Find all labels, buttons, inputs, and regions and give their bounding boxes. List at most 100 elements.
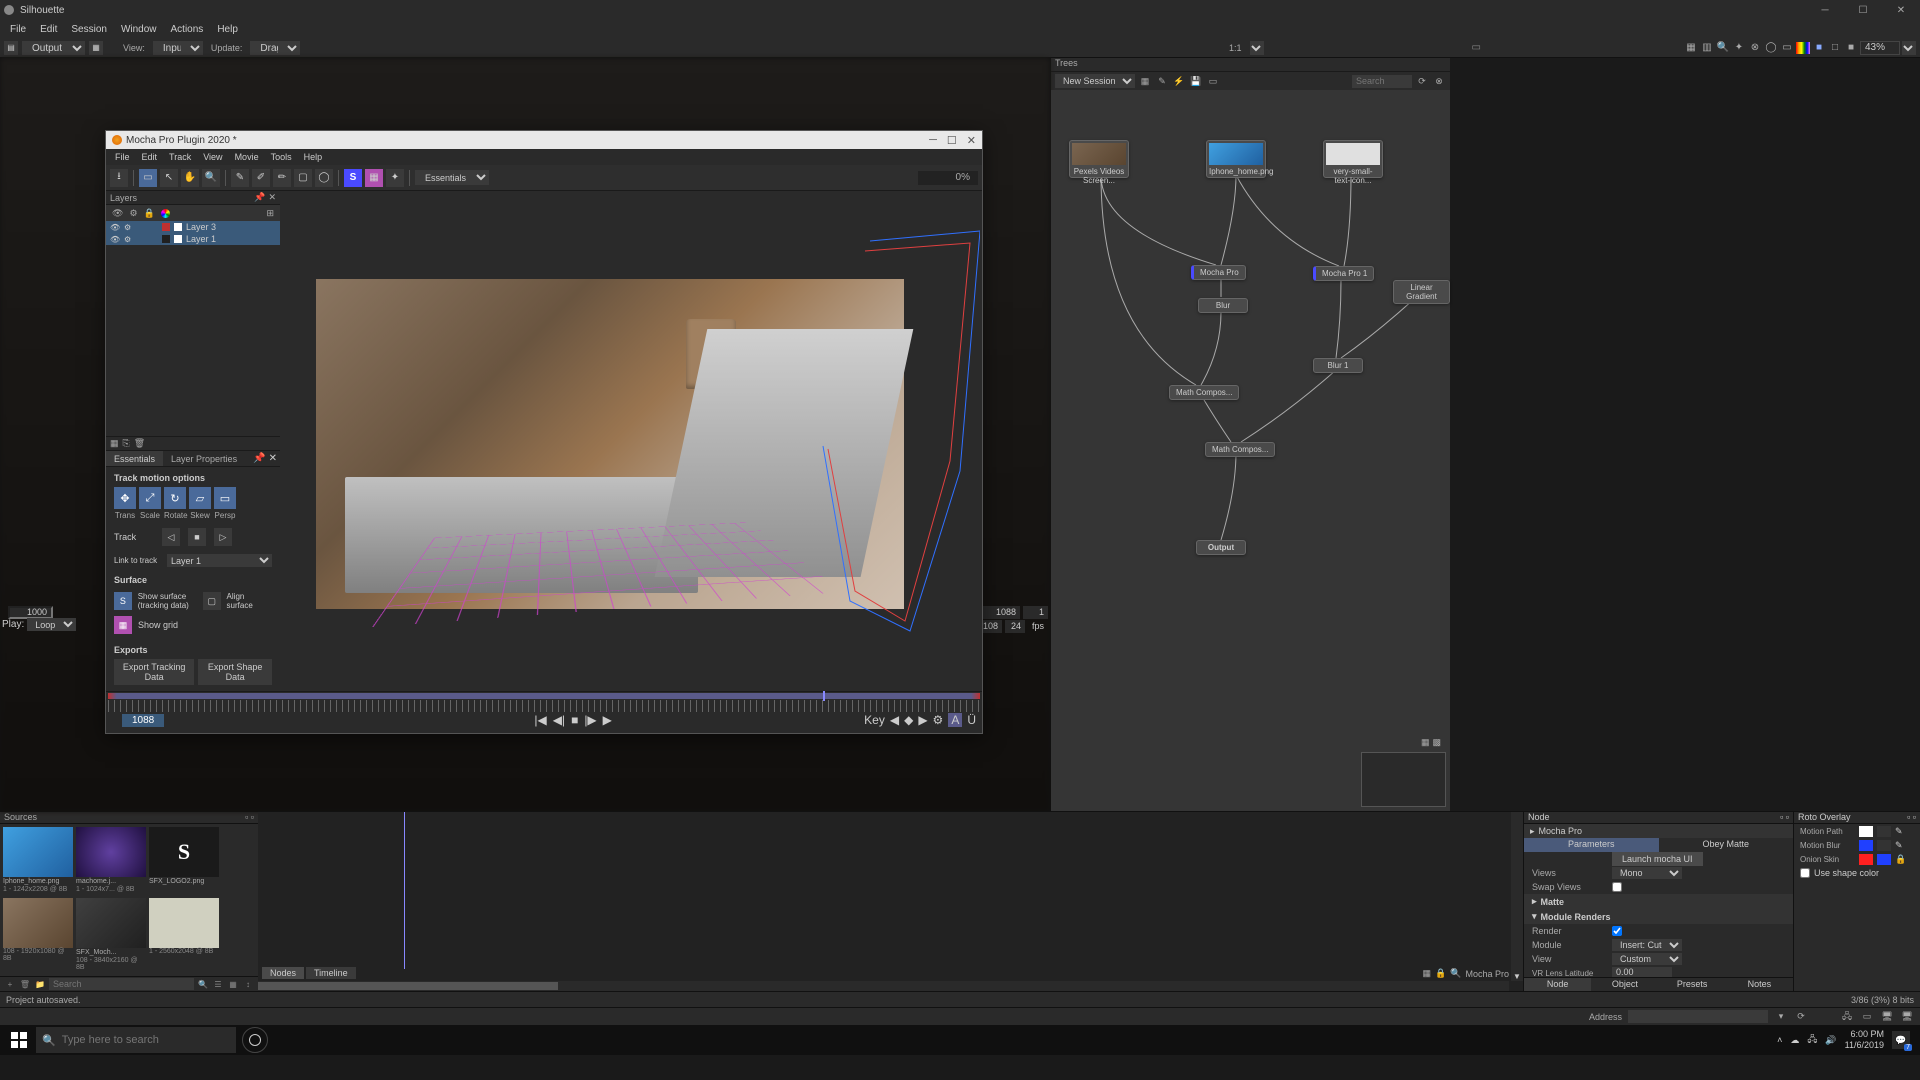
sources-add-icon[interactable]: + <box>4 978 16 990</box>
tray-network-icon[interactable]: 🖧 <box>1807 1032 1817 1048</box>
toolbar-icon[interactable]: ▤ <box>4 41 18 55</box>
start-button[interactable] <box>4 1027 34 1053</box>
layout1-icon[interactable]: ▦ <box>1684 41 1698 55</box>
layer-color-swatch[interactable] <box>162 223 170 231</box>
trees-search-input[interactable] <box>1352 75 1412 88</box>
notifications-button[interactable]: 💬 7 <box>1892 1031 1910 1049</box>
align-surface-button[interactable]: ▢ <box>203 592 221 610</box>
track-scale-button[interactable]: ⤢ <box>139 487 161 509</box>
ratio-label[interactable]: 1:1 <box>1225 43 1246 53</box>
node-mocha-pro-1[interactable]: Mocha Pro 1 <box>1313 266 1374 281</box>
mocha-timeline-track[interactable] <box>108 693 980 699</box>
motion-blur-color2[interactable] <box>1877 840 1891 851</box>
u-icon[interactable]: Ü <box>967 713 976 727</box>
node-source-iphone[interactable]: Iphone_home.png <box>1206 140 1266 178</box>
trees-edit-icon[interactable]: ✎ <box>1155 74 1169 88</box>
views-select[interactable]: Mono <box>1612 867 1682 879</box>
trees-new-icon[interactable]: ▦ <box>1138 74 1152 88</box>
trees-save-icon[interactable]: 💾 <box>1189 74 1203 88</box>
inspector-pin-icon[interactable]: ▫ <box>1780 812 1783 822</box>
track-stop-button[interactable]: ■ <box>188 528 206 546</box>
node-source-text[interactable]: very-small-text-icon... <box>1323 140 1383 178</box>
trees-clear-icon[interactable]: ⊗ <box>1432 74 1446 88</box>
trees-bolt-icon[interactable]: ⚡ <box>1172 74 1186 88</box>
footer-tab-object[interactable]: Object <box>1591 978 1658 991</box>
motion-path-color1[interactable] <box>1859 826 1873 837</box>
trees-canvas[interactable]: Pexels Videos Screen... Iphone_home.png … <box>1051 90 1450 811</box>
swap-checkbox[interactable] <box>1612 882 1622 892</box>
tl-add-icon[interactable]: ▦ <box>1423 968 1432 979</box>
address-input[interactable] <box>1628 1010 1768 1023</box>
launch-mocha-button[interactable]: Launch mocha UI <box>1612 852 1703 866</box>
key-next-icon[interactable]: ▶ <box>918 713 927 727</box>
render-checkbox[interactable] <box>1612 926 1622 936</box>
show-surface-button[interactable]: S <box>114 592 132 610</box>
motion-path-color2[interactable] <box>1877 826 1891 837</box>
address-go-icon[interactable]: ▾ <box>1774 1010 1788 1024</box>
mocha-first-button[interactable]: |◀ <box>534 713 546 727</box>
update-mode-select[interactable]: Drag <box>250 41 300 55</box>
track-trans-button[interactable]: ✥ <box>114 487 136 509</box>
close-panel-icon[interactable]: ✕ <box>268 192 276 202</box>
mocha-titlebar[interactable]: Mocha Pro Plugin 2020 * ─ ☐ ✕ <box>106 131 982 149</box>
color-picker-icon[interactable] <box>1796 41 1810 55</box>
frame-r1[interactable]: 1 <box>1023 606 1048 619</box>
track-backward-button[interactable]: ◁ <box>162 528 180 546</box>
tab-timeline[interactable]: Timeline <box>306 967 356 979</box>
minimize-button[interactable]: ─ <box>1810 5 1840 16</box>
mocha-bezier-tool[interactable]: ✐ <box>252 169 270 187</box>
mocha-zoom-tool[interactable]: 🔍 <box>202 169 220 187</box>
mocha-rect-tool[interactable]: ▢ <box>294 169 312 187</box>
mocha-playhead[interactable] <box>823 691 825 701</box>
play-mode-select[interactable]: Loop <box>27 618 76 631</box>
tl-lock-icon[interactable]: 🔒 <box>1435 968 1446 979</box>
node-math-compos[interactable]: Math Compos... <box>1169 385 1239 400</box>
layers-new-icon[interactable]: ▦ <box>110 438 119 449</box>
tray-up-icon[interactable]: ˄ <box>1777 1035 1782 1045</box>
trees-render-icon[interactable]: ▭ <box>1206 74 1220 88</box>
onion-color2[interactable] <box>1877 854 1891 865</box>
mocha-layout-select[interactable]: Essentials <box>415 170 489 185</box>
timeline-panel[interactable]: ▼ Nodes Timeline ▦ 🔒 🔍 Mocha Pro <box>258 811 1523 991</box>
mocha-minimize-button[interactable]: ─ <box>929 134 937 147</box>
trees-minimap[interactable]: ▦ ▩ <box>1361 752 1446 807</box>
autokey-icon[interactable]: ⚙ <box>933 713 944 727</box>
mocha-layer-row-0[interactable]: 👁 ⚙ Layer 3 <box>106 221 280 233</box>
mocha-menu-edit[interactable]: Edit <box>137 152 163 162</box>
layers-dup-icon[interactable]: ⎘ <box>123 438 130 449</box>
layer-color-swatch[interactable] <box>162 235 170 243</box>
layer-gear-icon[interactable]: ⚙ <box>124 235 134 244</box>
menu-session[interactable]: Session <box>65 24 113 35</box>
sources-sort-icon[interactable]: ↕ <box>242 978 254 990</box>
mocha-stop-button[interactable]: ■ <box>571 713 578 727</box>
trees-search-icon[interactable]: ⟳ <box>1415 74 1429 88</box>
mocha-select-tool[interactable]: ▭ <box>139 169 157 187</box>
mocha-timeline-ticks[interactable] <box>108 700 980 712</box>
motion-blur-color1[interactable] <box>1859 840 1873 851</box>
expand-icon[interactable]: ▾ <box>1532 911 1537 922</box>
source-item-5[interactable]: 1 - 2560x2048 @ 8B <box>149 898 219 973</box>
mocha-arrow-tool[interactable]: ↖ <box>160 169 178 187</box>
mocha-xspline-tool[interactable]: ✎ <box>231 169 249 187</box>
mocha-menu-movie[interactable]: Movie <box>230 152 264 162</box>
tab-nodes[interactable]: Nodes <box>262 967 304 979</box>
zoom-select[interactable] <box>1902 41 1916 55</box>
inspector-close-icon[interactable]: ▫ <box>1786 812 1789 822</box>
sw1-icon[interactable]: ■ <box>1812 41 1826 55</box>
mocha-save-icon[interactable]: ⭳ <box>110 169 128 187</box>
node-math-compos-2[interactable]: Math Compos... <box>1205 442 1275 457</box>
motion-blur-edit-icon[interactable]: ✎ <box>1895 840 1903 851</box>
view-select[interactable]: Custom <box>1612 953 1682 965</box>
footer-tab-presets[interactable]: Presets <box>1659 978 1726 991</box>
taskbar-search-input[interactable] <box>62 1034 230 1046</box>
menu-actions[interactable]: Actions <box>165 24 210 35</box>
expand-icon[interactable]: ▸ <box>1532 896 1537 907</box>
node-output[interactable]: Output <box>1196 540 1246 555</box>
toolbar-add-icon[interactable]: ▦ <box>89 41 103 55</box>
layer-visible-icon[interactable]: 👁 <box>110 235 120 244</box>
rect-icon[interactable]: ▭ <box>1780 41 1794 55</box>
address-refresh-icon[interactable]: ⟳ <box>1794 1010 1808 1024</box>
mocha-frame-number[interactable]: 1088 <box>122 714 164 727</box>
sources-close-icon[interactable]: ▫ <box>251 812 254 822</box>
sources-list-icon[interactable]: ☰ <box>212 978 224 990</box>
